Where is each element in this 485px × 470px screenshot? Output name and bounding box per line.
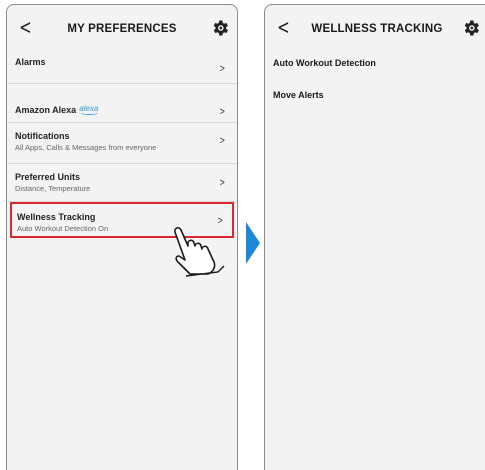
chevron-right-icon: > — [219, 106, 225, 118]
list-item-move-alerts[interactable]: Move Alerts > — [265, 83, 485, 115]
list-item-preferred-units[interactable]: Preferred Units Distance, Temperature > — [7, 164, 237, 202]
header: < WELLNESS TRACKING — [265, 5, 485, 51]
chevron-right-icon: > — [219, 63, 225, 75]
item-label: Notifications — [15, 131, 70, 141]
item-label: Preferred Units — [15, 172, 81, 182]
gear-icon[interactable] — [461, 18, 481, 38]
list-item-amazon-alexa[interactable]: Amazon Alexa alexa > — [7, 84, 237, 123]
item-label: Amazon Alexa alexa — [15, 104, 203, 115]
item-subtitle: Distance, Temperature — [15, 184, 91, 193]
list-item-alarms[interactable]: Alarms > — [7, 51, 237, 84]
item-label-text: Amazon Alexa — [15, 105, 77, 115]
chevron-right-icon: > — [219, 177, 225, 189]
list-item-auto-workout-detection[interactable]: Auto Workout Detection > — [265, 51, 485, 83]
header: < MY PREFERENCES — [7, 5, 237, 51]
wellness-tracking-screen: < WELLNESS TRACKING Auto Workout Detecti… — [264, 4, 485, 470]
item-subtitle: All Apps, Calls & Messages from everyone — [15, 143, 157, 152]
alexa-logo: alexa — [79, 104, 99, 113]
chevron-right-icon: > — [219, 135, 225, 147]
page-title: WELLNESS TRACKING — [311, 23, 443, 35]
gear-icon[interactable] — [210, 18, 230, 38]
item-label: Auto Workout Detection — [273, 58, 376, 68]
item-label: Alarms — [15, 57, 46, 67]
pointing-hand-icon — [174, 227, 225, 277]
item-label: Move Alerts — [273, 90, 324, 100]
page-title: MY PREFERENCES — [67, 23, 177, 35]
list-item-notifications[interactable]: Notifications All Apps, Calls & Messages… — [7, 123, 237, 164]
right-triangle-arrow-icon — [246, 222, 260, 264]
